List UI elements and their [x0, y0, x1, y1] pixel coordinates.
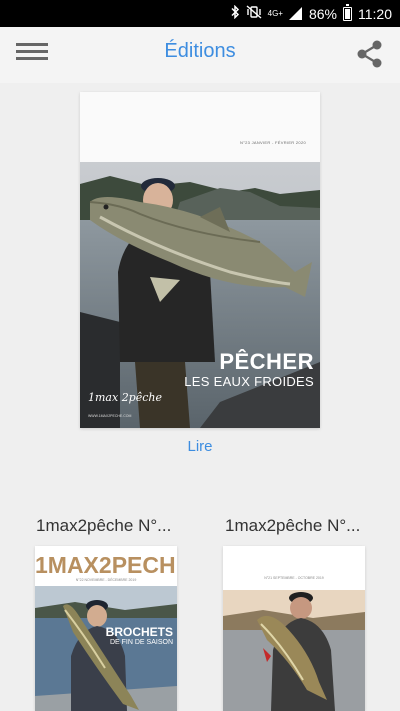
issue-masthead: 1MAX2PECHE — [35, 552, 177, 578]
bluetooth-icon — [230, 4, 240, 22]
issue-headline-main: BROCHETS — [105, 625, 173, 639]
issue-headline: BROCHETS DE FIN DE SAISON — [106, 626, 173, 647]
share-icon[interactable] — [356, 39, 384, 69]
featured-issue-cover[interactable]: N°23 JANVIER - FÉVRIER 2020 PÊCHER LES E… — [80, 92, 320, 428]
issue-title[interactable]: 1max2pêche N°... — [225, 516, 360, 536]
signal-icon — [288, 7, 303, 20]
cover-issue-line: N°23 JANVIER - FÉVRIER 2020 — [240, 140, 306, 145]
cover-header: N°23 JANVIER - FÉVRIER 2020 — [80, 92, 320, 162]
status-bar: 4G+ 86% 11:20 — [0, 0, 400, 27]
page-title: Éditions — [164, 40, 236, 62]
issue-cover[interactable]: N°21 SEPTEMBRE - OCTOBRE 2019 — [223, 546, 365, 711]
status-icons: 4G+ 86% 11:20 — [230, 0, 392, 27]
cover-logo: 1max 2pêche — [88, 391, 162, 404]
vibrate-icon — [246, 5, 262, 22]
issue-photo — [223, 590, 365, 711]
cover-headline-sub: LES EAUX FROIDES — [184, 374, 314, 389]
battery-icon — [343, 3, 352, 21]
issue-title[interactable]: 1max2pêche N°... — [36, 516, 171, 536]
battery-percent: 86% — [308, 5, 337, 22]
app-bar: Éditions — [0, 27, 400, 83]
issue-issue-line: N°22 NOVEMBRE - DÉCEMBRE 2019 — [75, 578, 137, 582]
issue-cover[interactable]: 1MAX2PECHE N°22 NOVEMBRE - DÉCEMBRE 2019… — [35, 546, 177, 711]
issue-photo — [35, 586, 177, 711]
clock: 11:20 — [358, 5, 392, 22]
cover-headline: PÊCHER LES EAUX FROIDES — [184, 350, 314, 390]
cover-url: WWW.1MAX2PECHE.COM — [88, 414, 132, 418]
cover-headline-main: PÊCHER — [219, 349, 314, 374]
issue-issue-line: N°21 SEPTEMBRE - OCTOBRE 2019 — [264, 576, 324, 580]
issue-headline-sub: DE FIN DE SAISON — [109, 639, 173, 646]
read-link[interactable]: Lire — [0, 438, 400, 455]
network-type: 4G+ — [267, 8, 283, 18]
